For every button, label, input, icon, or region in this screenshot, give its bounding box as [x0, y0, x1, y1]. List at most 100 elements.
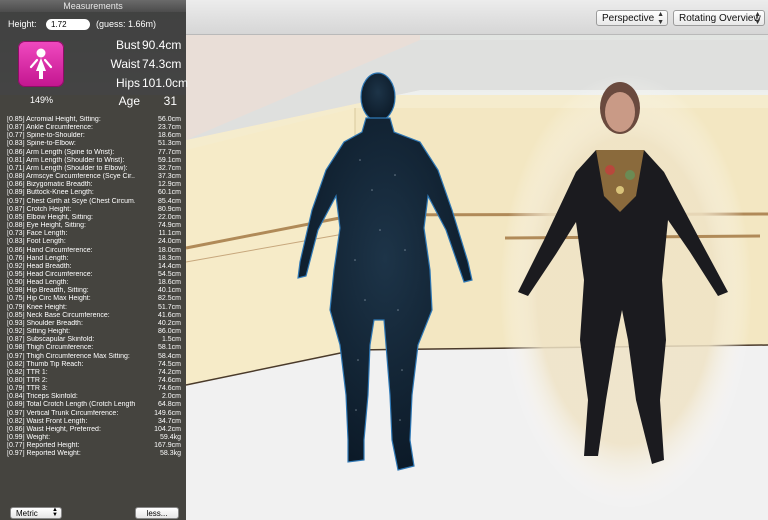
measurement-row: [0.85] Elbow Height, Sitting: 22.0cm	[7, 214, 183, 222]
measurement-name: [0.88] Eye Height, Sitting:	[7, 222, 86, 230]
measurement-name: [0.80] TTR 2:	[7, 377, 48, 384]
measurement-row: [0.76] Hand Length: 18.3cm	[7, 255, 183, 263]
measurement-value: 149.6cm	[154, 409, 181, 417]
measurement-name: [0.97] Thigh Circumference Max Sitting:	[7, 352, 130, 360]
measurement-row: [0.86] Arm Length (Spine to Wrist): 77.7c…	[7, 149, 183, 157]
measurement-value: 58.3kg	[159, 450, 181, 458]
view-mode-select-label: Rotating Overview	[679, 13, 761, 24]
measurement-value: 22.0cm	[158, 213, 181, 221]
hips-label: Hips	[115, 76, 140, 90]
female-figure-icon[interactable]	[18, 41, 64, 87]
measurement-value: 80.9cm	[158, 205, 181, 213]
measurement-value: 51.3cm	[158, 140, 181, 148]
measurement-name: [0.90] Head Length:	[7, 279, 69, 287]
measurement-name: [0.97] Vertical Trunk Circumference:	[7, 409, 119, 417]
measurement-row: [0.88] Eye Height, Sitting: 74.9cm	[7, 222, 183, 230]
measurement-row: [0.97] Chest Girth at Scye (Chest Circum…	[7, 198, 183, 206]
measurement-value: 60.1cm	[158, 189, 181, 197]
measurement-name: [0.86] Waist Height, Preferred:	[7, 425, 101, 433]
measurement-value: 18.3cm	[158, 254, 181, 262]
female-figure-icon-glyph	[29, 48, 53, 79]
measurement-row: [0.86] Bizygomatic Breadth: 12.9cm	[7, 181, 183, 189]
measurement-row: [0.77] Reported Height: 167.9cm	[7, 442, 183, 450]
measurement-row: [0.93] Shoulder Breadth: 40.2cm	[7, 320, 183, 328]
measurement-row: [0.86] Waist Height, Preferred: 104.2cm	[7, 426, 183, 434]
measurement-value: 59.1cm	[158, 156, 181, 164]
measurement-name: [0.95] Head Circumference:	[7, 270, 93, 278]
measurement-row: [0.89] Buttock-Knee Length: 60.1cm	[7, 189, 183, 197]
measurement-name: [0.71] Arm Length (Shoulder to Elbow):	[7, 164, 128, 172]
less-button[interactable]: less...	[135, 507, 179, 519]
measurement-row: [0.83] Spine-to-Elbow: 51.3cm	[7, 140, 183, 148]
measurement-name: [0.75] Hip Circ Max Height:	[7, 295, 91, 303]
measurement-row: [0.82] TTR 1: 74.2cm	[7, 369, 183, 377]
measurement-row: [0.87] Crotch Height: 80.9cm	[7, 206, 183, 214]
measurement-value: 58.1cm	[158, 344, 181, 352]
measurement-name: [0.92] Sitting Height:	[7, 328, 71, 336]
view-toolbar: Perspective ▲ ▼ Rotating Overview ▲ ▼	[186, 0, 768, 35]
select-arrows-icon: ▲ ▼	[657, 11, 664, 26]
measurement-value: 74.6cm	[158, 377, 181, 384]
measurement-row: [0.87] Subscapular Skinfold: 1.5cm	[7, 336, 183, 344]
unit-select[interactable]: Metric ▲ ▼	[10, 507, 62, 519]
age-label: Age	[118, 94, 140, 108]
measurement-row: [0.97] Vertical Trunk Circumference: 149.…	[7, 410, 183, 418]
measurement-value: 12.9cm	[158, 181, 181, 189]
measurement-row: [0.88] Armscye Circumference (Scye Cir..…	[7, 173, 183, 181]
measurement-value: 37.3cm	[158, 173, 181, 181]
measurement-name: [0.85] Acromial Height, Sitting:	[7, 116, 101, 123]
measurement-name: [0.89] Buttock-Knee Length:	[7, 189, 94, 197]
measurement-value: 1.5cm	[161, 336, 181, 344]
projection-select[interactable]: Perspective ▲ ▼	[596, 10, 668, 26]
measurement-value: 54.5cm	[158, 270, 181, 278]
view-mode-select[interactable]: Rotating Overview ▲ ▼	[673, 10, 765, 26]
measurement-row: [0.90] Head Length: 18.6cm	[7, 279, 183, 287]
measurement-row: [0.85] Acromial Height, Sitting: 56.0cm	[7, 116, 183, 124]
measurement-value: 40.1cm	[158, 287, 181, 295]
measurement-row: [0.80] TTR 2: 74.6cm	[7, 377, 183, 385]
measurement-value: 86.0cm	[158, 328, 181, 336]
age-value: 31	[163, 94, 177, 108]
measurement-row: [0.87] Ankle Circumference: 23.7cm	[7, 124, 183, 132]
measurement-name: [0.81] Arm Length (Shoulder to Wrist):	[7, 156, 125, 164]
measurement-name: [0.93] Shoulder Breadth:	[7, 319, 83, 327]
measurement-row: [0.98] Thigh Circumference: 58.1cm	[7, 344, 183, 352]
measurement-value: 58.4cm	[158, 352, 181, 360]
measurement-value: 82.5cm	[158, 295, 181, 303]
measurement-name: [0.99] Weight:	[7, 434, 51, 442]
measurement-name: [0.77] Spine-to-Shoulder:	[7, 132, 85, 140]
select-arrows-icon: ▲ ▼	[754, 11, 761, 26]
measurement-name: [0.76] Hand Length:	[7, 254, 69, 262]
measurement-value: 74.5cm	[158, 360, 181, 368]
measurement-name: [0.77] Reported Height:	[7, 442, 80, 450]
measurement-row: [0.97] Reported Weight: 58.3kg	[7, 450, 183, 458]
height-input[interactable]: 1.72	[46, 19, 90, 30]
measurement-value: 85.4cm	[158, 197, 181, 205]
measurement-name: [0.79] TTR 3:	[7, 385, 48, 393]
panel-title: Measurements	[0, 0, 186, 12]
measurement-value: 104.2cm	[154, 425, 181, 433]
waist-value: 74.3cm	[142, 57, 182, 71]
measurement-value: 32.7cm	[158, 164, 181, 172]
measurement-value: 24.0cm	[158, 238, 181, 246]
measurement-name: [0.87] Crotch Height:	[7, 205, 72, 213]
measurement-row: [0.84] Triceps Skinfold: 2.0cm	[7, 393, 183, 401]
measurement-name: [0.83] Spine-to-Elbow:	[7, 140, 76, 148]
measurement-row: [0.79] TTR 3: 74.6cm	[7, 385, 183, 393]
measurement-value: 18.0cm	[158, 246, 181, 254]
select-arrows-icon: ▲ ▼	[52, 507, 58, 518]
measurement-name: [0.98] Hip Breadth, Sitting:	[7, 287, 89, 295]
waist-label: Waist	[110, 57, 140, 71]
measurement-row: [0.77] Spine-to-Shoulder: 18.6cm	[7, 132, 183, 140]
measurement-row: [0.81] Arm Length (Shoulder to Wrist): 59…	[7, 157, 183, 165]
measurement-value: 74.2cm	[158, 368, 181, 376]
measurement-value: 74.9cm	[158, 222, 181, 230]
measurement-name: [0.87] Ankle Circumference:	[7, 124, 93, 132]
measurement-row: [0.71] Arm Length (Shoulder to Elbow): 32…	[7, 165, 183, 173]
measurement-row: [0.75] Hip Circ Max Height: 82.5cm	[7, 295, 183, 303]
measurement-name: [0.83] Foot Length:	[7, 238, 66, 246]
measurement-value: 2.0cm	[161, 393, 181, 401]
measurement-list: [0.85] Acromial Height, Sitting: 56.0cm [0…	[7, 116, 183, 459]
measurement-row: [0.85] Neck Base Circumference: 41.6cm	[7, 312, 183, 320]
measurement-name: [0.79] Knee Height:	[7, 303, 67, 311]
